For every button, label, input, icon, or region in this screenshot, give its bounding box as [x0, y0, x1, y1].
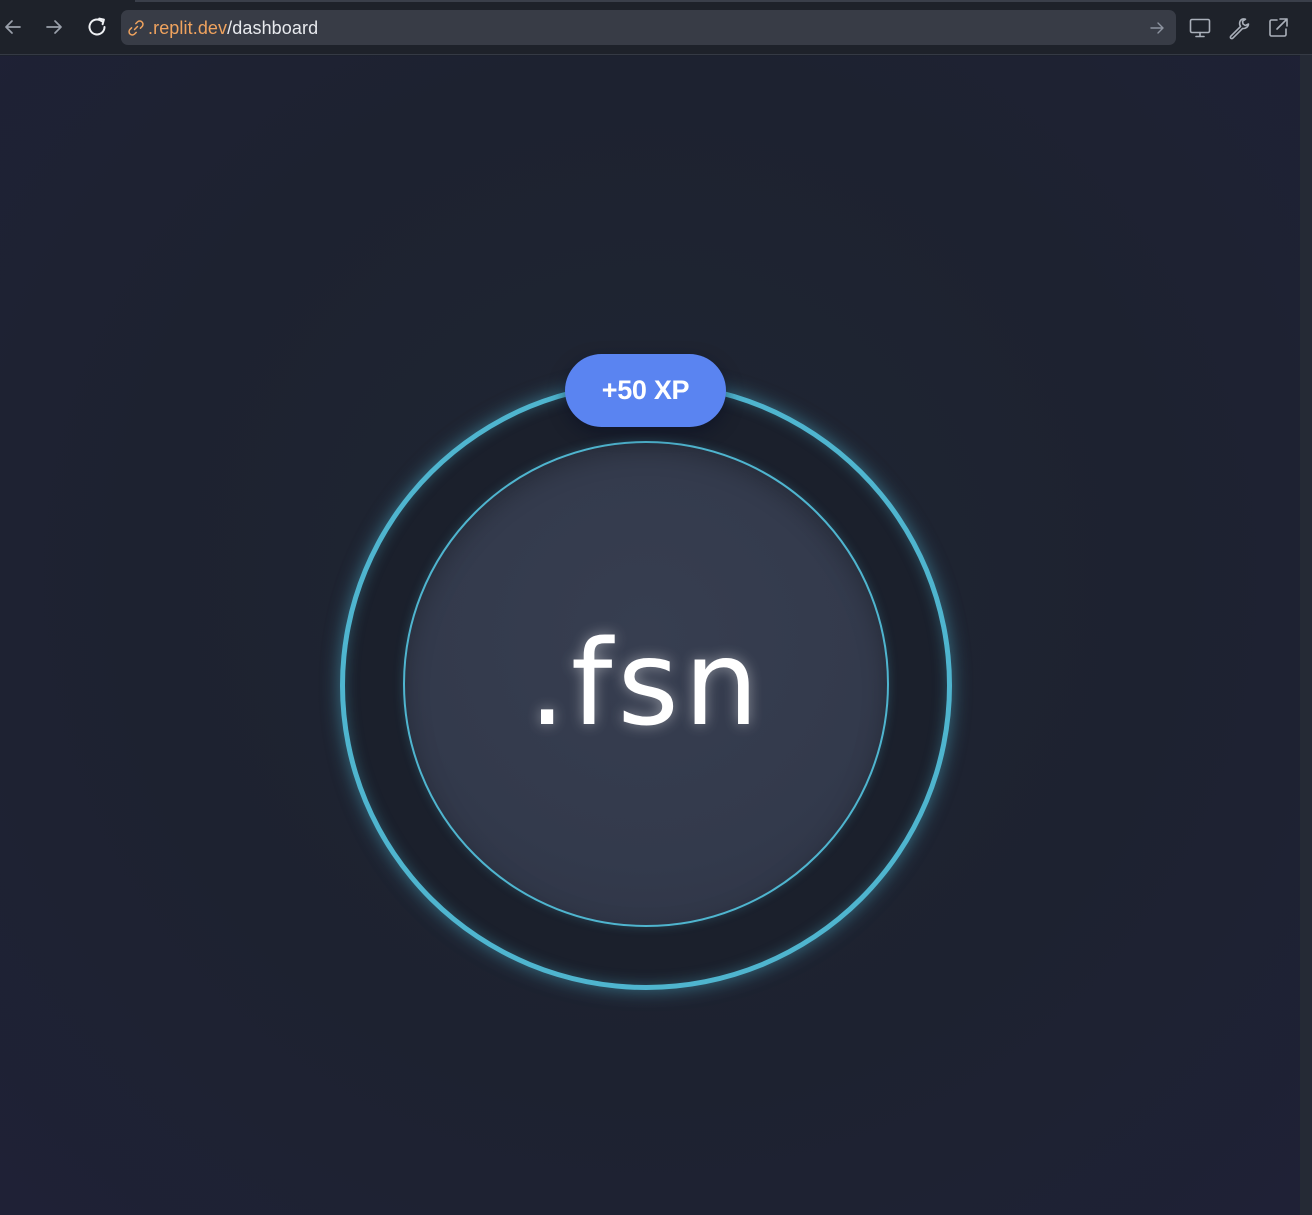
reload-icon [88, 17, 106, 36]
toolbar-top-edge [135, 0, 1312, 2]
monitor-icon [1189, 18, 1211, 38]
link-icon [128, 20, 144, 36]
external-link-icon [1269, 18, 1288, 37]
arrow-left-icon [5, 20, 21, 34]
devtools-button[interactable] [1225, 14, 1253, 42]
scrollbar[interactable] [1300, 55, 1312, 1215]
logo-text: .fsn [528, 614, 764, 752]
forward-button[interactable] [39, 12, 69, 42]
url-text[interactable]: .replit.dev/dashboard [148, 18, 318, 38]
url-bar[interactable]: .replit.dev/dashboard [121, 10, 1176, 45]
wrench-icon [1229, 18, 1250, 40]
reload-button[interactable] [82, 12, 112, 42]
go-arrow-icon[interactable] [1148, 19, 1166, 37]
url-host: .replit.dev [148, 18, 228, 38]
xp-badge: +50 XP [565, 354, 726, 427]
back-button[interactable] [0, 12, 28, 42]
url-path: /dashboard [227, 18, 319, 38]
arrow-right-icon [46, 20, 62, 34]
open-new-tab-button[interactable] [1264, 14, 1292, 42]
preview-button[interactable] [1186, 14, 1214, 42]
browser-toolbar: .replit.dev/dashboard [0, 0, 1312, 55]
